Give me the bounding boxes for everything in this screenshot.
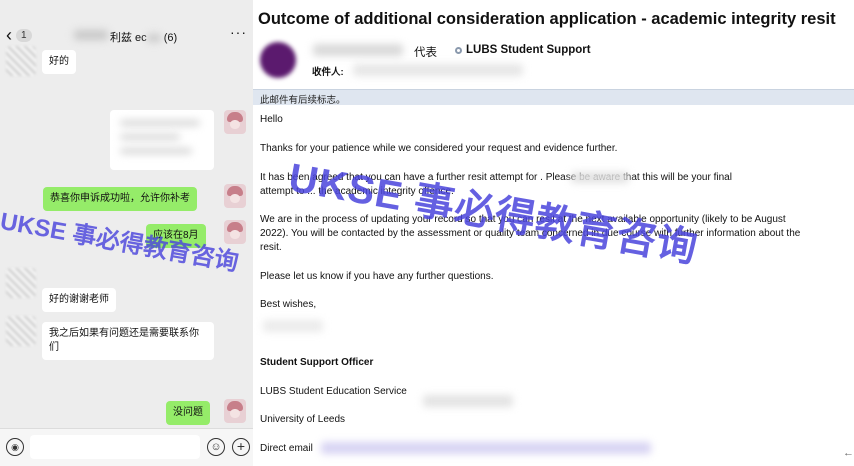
signature-dept: LUBS Student Education Service (260, 386, 407, 397)
forwarded-card[interactable] (110, 110, 214, 170)
chat-message: 好的 (42, 50, 76, 74)
email-subject: Outcome of additional consideration appl… (258, 10, 836, 28)
back-button[interactable]: ‹ 1 (6, 26, 32, 44)
arrow-left-icon[interactable]: ← (843, 447, 854, 459)
voice-icon[interactable]: ◉ (6, 438, 24, 456)
chat-header: ‹ 1 利兹 ec (6) ··· (0, 24, 253, 48)
avatar[interactable] (224, 184, 246, 208)
email-closing: Best wishes, (260, 299, 317, 310)
emoji-icon[interactable]: ☺ (207, 438, 225, 456)
recipients-label: 收件人: (312, 67, 344, 78)
avatar[interactable] (6, 316, 36, 346)
signature-title: Student Support Officer (260, 357, 374, 368)
avatar[interactable] (224, 110, 246, 134)
chat-message: 好的谢谢老师 (42, 288, 116, 312)
avatar[interactable] (224, 399, 246, 423)
sender-name[interactable]: LUBS Student Support (466, 44, 591, 56)
chat-message: 恭喜你申诉成功啦，允许你补考 (43, 187, 197, 211)
signature-email-label: Direct email (260, 443, 313, 454)
chat-input-bar: ◉ ☺ + (0, 428, 253, 466)
redacted-name (74, 30, 108, 40)
chat-message: 我之后如果有问题还是需要联系你们 (42, 322, 214, 360)
chat-message: 没问题 (166, 401, 210, 425)
avatar[interactable] (6, 46, 36, 76)
plus-icon[interactable]: + (232, 438, 250, 456)
redacted-phone (423, 395, 513, 407)
sender-avatar (260, 42, 296, 78)
followup-banner: 此邮件有后续标志。 (253, 89, 854, 106)
redacted-recipients (353, 64, 523, 76)
email-paragraph: Please let us know if you have any furth… (260, 271, 494, 282)
email-greeting: Hello (260, 114, 283, 125)
avatar[interactable] (6, 268, 36, 298)
signature-university: University of Leeds (260, 414, 346, 425)
redacted-signature-name (263, 320, 323, 332)
redacted-sender (313, 44, 403, 56)
screenshot-root: ‹ 1 利兹 ec (6) ··· 好的 恭喜你申诉成功啦，允许你补考 应该在8… (0, 0, 854, 466)
followup-text: 此邮件有后续标志。 (260, 95, 346, 106)
chevron-left-icon: ‹ (6, 25, 12, 45)
presence-dot-icon (455, 47, 462, 54)
redacted-module (571, 172, 629, 183)
redacted-email-address (321, 442, 651, 454)
unread-badge: 1 (16, 28, 32, 42)
more-options-icon[interactable]: ··· (230, 24, 247, 40)
email-paragraph: resit. (260, 242, 282, 253)
chat-title: 利兹 ec (6) (110, 32, 178, 44)
sender-on-behalf-label: 代表 (414, 47, 437, 59)
message-input[interactable] (30, 435, 200, 459)
